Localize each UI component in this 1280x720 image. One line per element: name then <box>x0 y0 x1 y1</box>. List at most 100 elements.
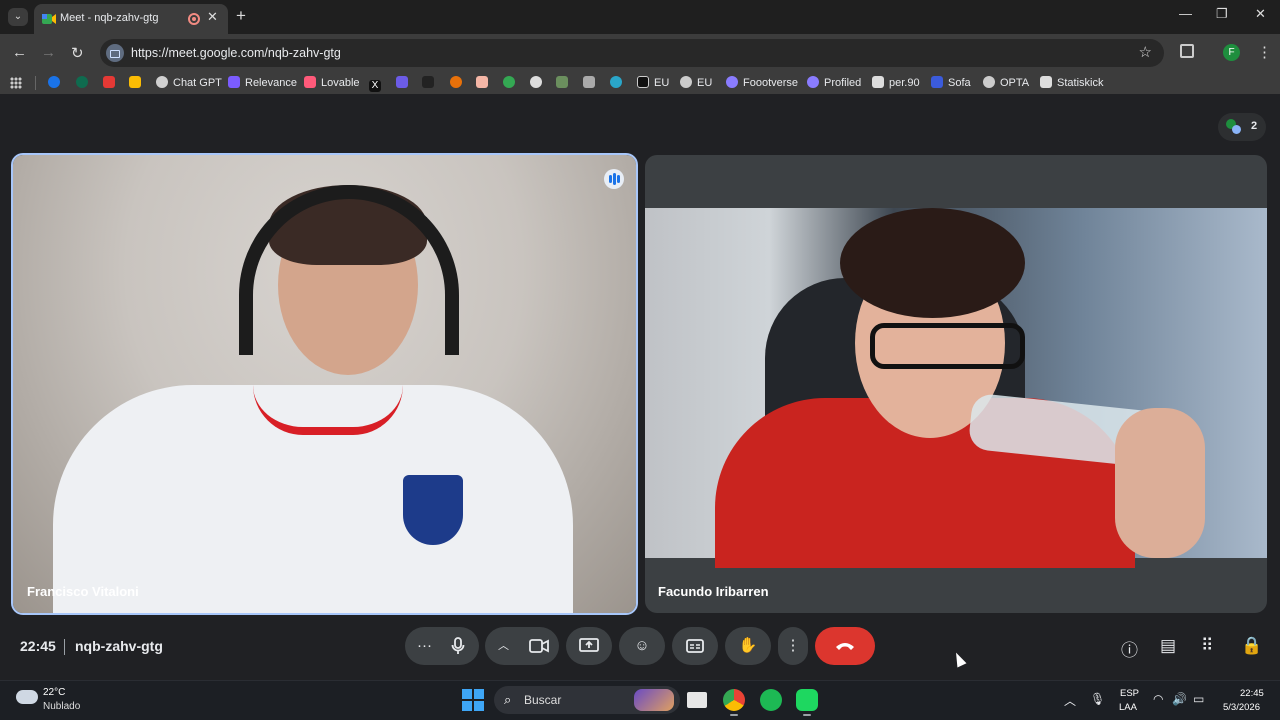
audio-control-group: ··· <box>405 627 479 665</box>
tab-meet[interactable]: Meet - nqb-zahv-gtg ✕ <box>34 4 228 34</box>
maximize-button[interactable]: ❐ <box>1216 6 1228 22</box>
cloud-icon[interactable] <box>16 690 38 704</box>
tab-search-button[interactable]: ⌄ <box>8 8 28 26</box>
minimize-button[interactable]: — <box>1179 6 1192 21</box>
bookmark-icon-only-4[interactable] <box>129 76 146 90</box>
bookmark-icon-only-7[interactable] <box>450 76 467 90</box>
meeting-info-icon[interactable]: ⓘ <box>1121 636 1138 661</box>
bookmark-favicon-icon <box>556 76 568 88</box>
language-indicator[interactable]: ESP <box>1120 688 1139 699</box>
site-info-icon[interactable] <box>106 44 124 62</box>
close-window-button[interactable]: ✕ <box>1255 6 1266 22</box>
bookmark-icon-only-12[interactable] <box>583 76 600 90</box>
chat-icon[interactable]: ▤ <box>1160 636 1176 656</box>
weather-temperature[interactable]: 22°C <box>43 687 65 698</box>
microphone-icon[interactable] <box>451 637 465 655</box>
video-tile-participant[interactable]: Facundo Iribarren <box>645 155 1267 613</box>
back-button[interactable]: ← <box>12 44 27 61</box>
wifi-icon[interactable]: ◠ <box>1153 692 1163 706</box>
app-icon[interactable] <box>796 689 818 711</box>
system-time[interactable]: 22:45 <box>1240 688 1264 699</box>
bookmark-lovable[interactable]: Lovable <box>304 76 360 90</box>
bookmark-profiled[interactable]: Profiled <box>807 76 861 90</box>
bookmark-icon-only-11[interactable] <box>556 76 573 90</box>
camera-feed <box>13 155 636 613</box>
meeting-code: nqb-zahv-gtg <box>75 638 163 654</box>
captions-button[interactable] <box>672 627 718 665</box>
profile-avatar[interactable]: F <box>1223 44 1240 61</box>
raise-hand-button[interactable]: ✋ <box>725 627 771 665</box>
close-tab-icon[interactable]: ✕ <box>207 9 218 25</box>
reload-button[interactable]: ↻ <box>71 44 84 62</box>
taskbar-search[interactable]: ⌕ Buscar <box>494 686 680 714</box>
bookmark-eu-2[interactable]: EU <box>680 76 712 90</box>
audio-bar <box>609 175 612 183</box>
bookmark-icon-only-1[interactable] <box>48 76 65 90</box>
address-bar[interactable]: https://meet.google.com/nqb-zahv-gtg ☆ <box>100 39 1164 67</box>
bookmark-icon-only-6[interactable] <box>422 76 439 90</box>
reactions-button[interactable]: ☺ <box>619 627 665 665</box>
shirt-crest <box>403 475 463 545</box>
bookmark-label: EU <box>654 77 670 89</box>
volume-icon[interactable]: 🔊 <box>1172 692 1187 706</box>
chevron-up-icon[interactable]: ︿ <box>498 627 509 665</box>
camera-feed <box>645 208 1267 568</box>
tray-chevron-icon[interactable]: ︿ <box>1064 692 1076 709</box>
x-icon: X <box>369 80 381 92</box>
bookmark-icon-only-8[interactable] <box>476 76 493 90</box>
bookmark-chatgpt[interactable]: Chat GPT <box>156 76 222 90</box>
bookmark-label: Lovable <box>321 77 360 89</box>
microphone-tray-icon[interactable]: 🎙 <box>1090 692 1105 706</box>
url-text[interactable]: https://meet.google.com/nqb-zahv-gtg <box>131 46 341 60</box>
bookmark-icon-only-3[interactable] <box>103 76 120 90</box>
bookmark-per90[interactable]: per.90 <box>872 76 920 90</box>
host-controls-icon[interactable]: 🔒 <box>1241 636 1262 656</box>
bookmark-statiskick[interactable]: Statiskick <box>1040 76 1103 90</box>
battery-icon[interactable]: ▭ <box>1193 692 1204 706</box>
browser-menu-icon[interactable]: ⋮ <box>1257 43 1272 61</box>
weather-condition[interactable]: Nublado <box>43 701 80 712</box>
video-tile-speaker[interactable]: Francisco Vitaloni <box>11 153 638 615</box>
emoji-icon: ☺ <box>634 637 650 654</box>
new-tab-button[interactable]: + <box>236 6 246 26</box>
spotify-icon[interactable] <box>760 689 782 711</box>
camera-icon[interactable] <box>529 639 549 653</box>
bookmark-sofa[interactable]: Sofa <box>931 76 971 90</box>
bookmark-label: Chat GPT <box>173 77 222 89</box>
bookmark-icon-only-9[interactable] <box>503 76 520 90</box>
bookmark-icon-only-2[interactable] <box>76 76 93 90</box>
video-control-group: ︿ <box>485 627 559 665</box>
participants-button[interactable]: 2 <box>1218 113 1266 141</box>
present-screen-icon <box>579 638 599 652</box>
bookmark-favicon-icon <box>450 76 462 88</box>
bookmark-label: Profiled <box>824 77 862 89</box>
bookmark-icon-only-13[interactable] <box>610 76 627 90</box>
more-options-button[interactable]: ⋮ <box>778 627 808 665</box>
bookmark-relevance[interactable]: Relevance <box>228 76 297 90</box>
audio-settings-more-icon[interactable]: ··· <box>417 627 432 665</box>
bookmark-icon-only-5[interactable] <box>396 76 413 90</box>
bookmark-foootverse[interactable]: Foootverse <box>726 76 798 90</box>
bookmark-opta[interactable]: OPTA <box>983 76 1029 90</box>
bookmark-x[interactable]: X <box>369 76 386 92</box>
eu2-icon <box>680 76 692 88</box>
activities-icon[interactable]: ⠿ <box>1201 636 1213 656</box>
system-date[interactable]: 5/3/2026 <box>1223 702 1260 713</box>
bookmark-favicon-icon <box>76 76 88 88</box>
present-screen-button[interactable] <box>566 627 612 665</box>
extensions-icon[interactable] <box>1180 44 1194 58</box>
person-hand <box>1115 408 1205 558</box>
bookmark-eu-1[interactable]: EU <box>637 76 669 90</box>
bookmark-icon-only-10[interactable] <box>530 76 547 90</box>
captions-icon <box>686 639 704 653</box>
audio-bar <box>613 173 616 185</box>
windows-start-icon[interactable] <box>462 689 484 711</box>
search-label: Buscar <box>524 693 562 707</box>
apps-grid-icon[interactable] <box>10 77 22 89</box>
chrome-icon[interactable] <box>723 689 745 711</box>
task-view-icon[interactable] <box>687 692 707 708</box>
forward-button[interactable]: → <box>41 44 56 61</box>
keyboard-layout[interactable]: LAA <box>1119 702 1137 713</box>
bookmark-star-icon[interactable]: ☆ <box>1139 43 1152 61</box>
leave-call-button[interactable] <box>815 627 875 665</box>
